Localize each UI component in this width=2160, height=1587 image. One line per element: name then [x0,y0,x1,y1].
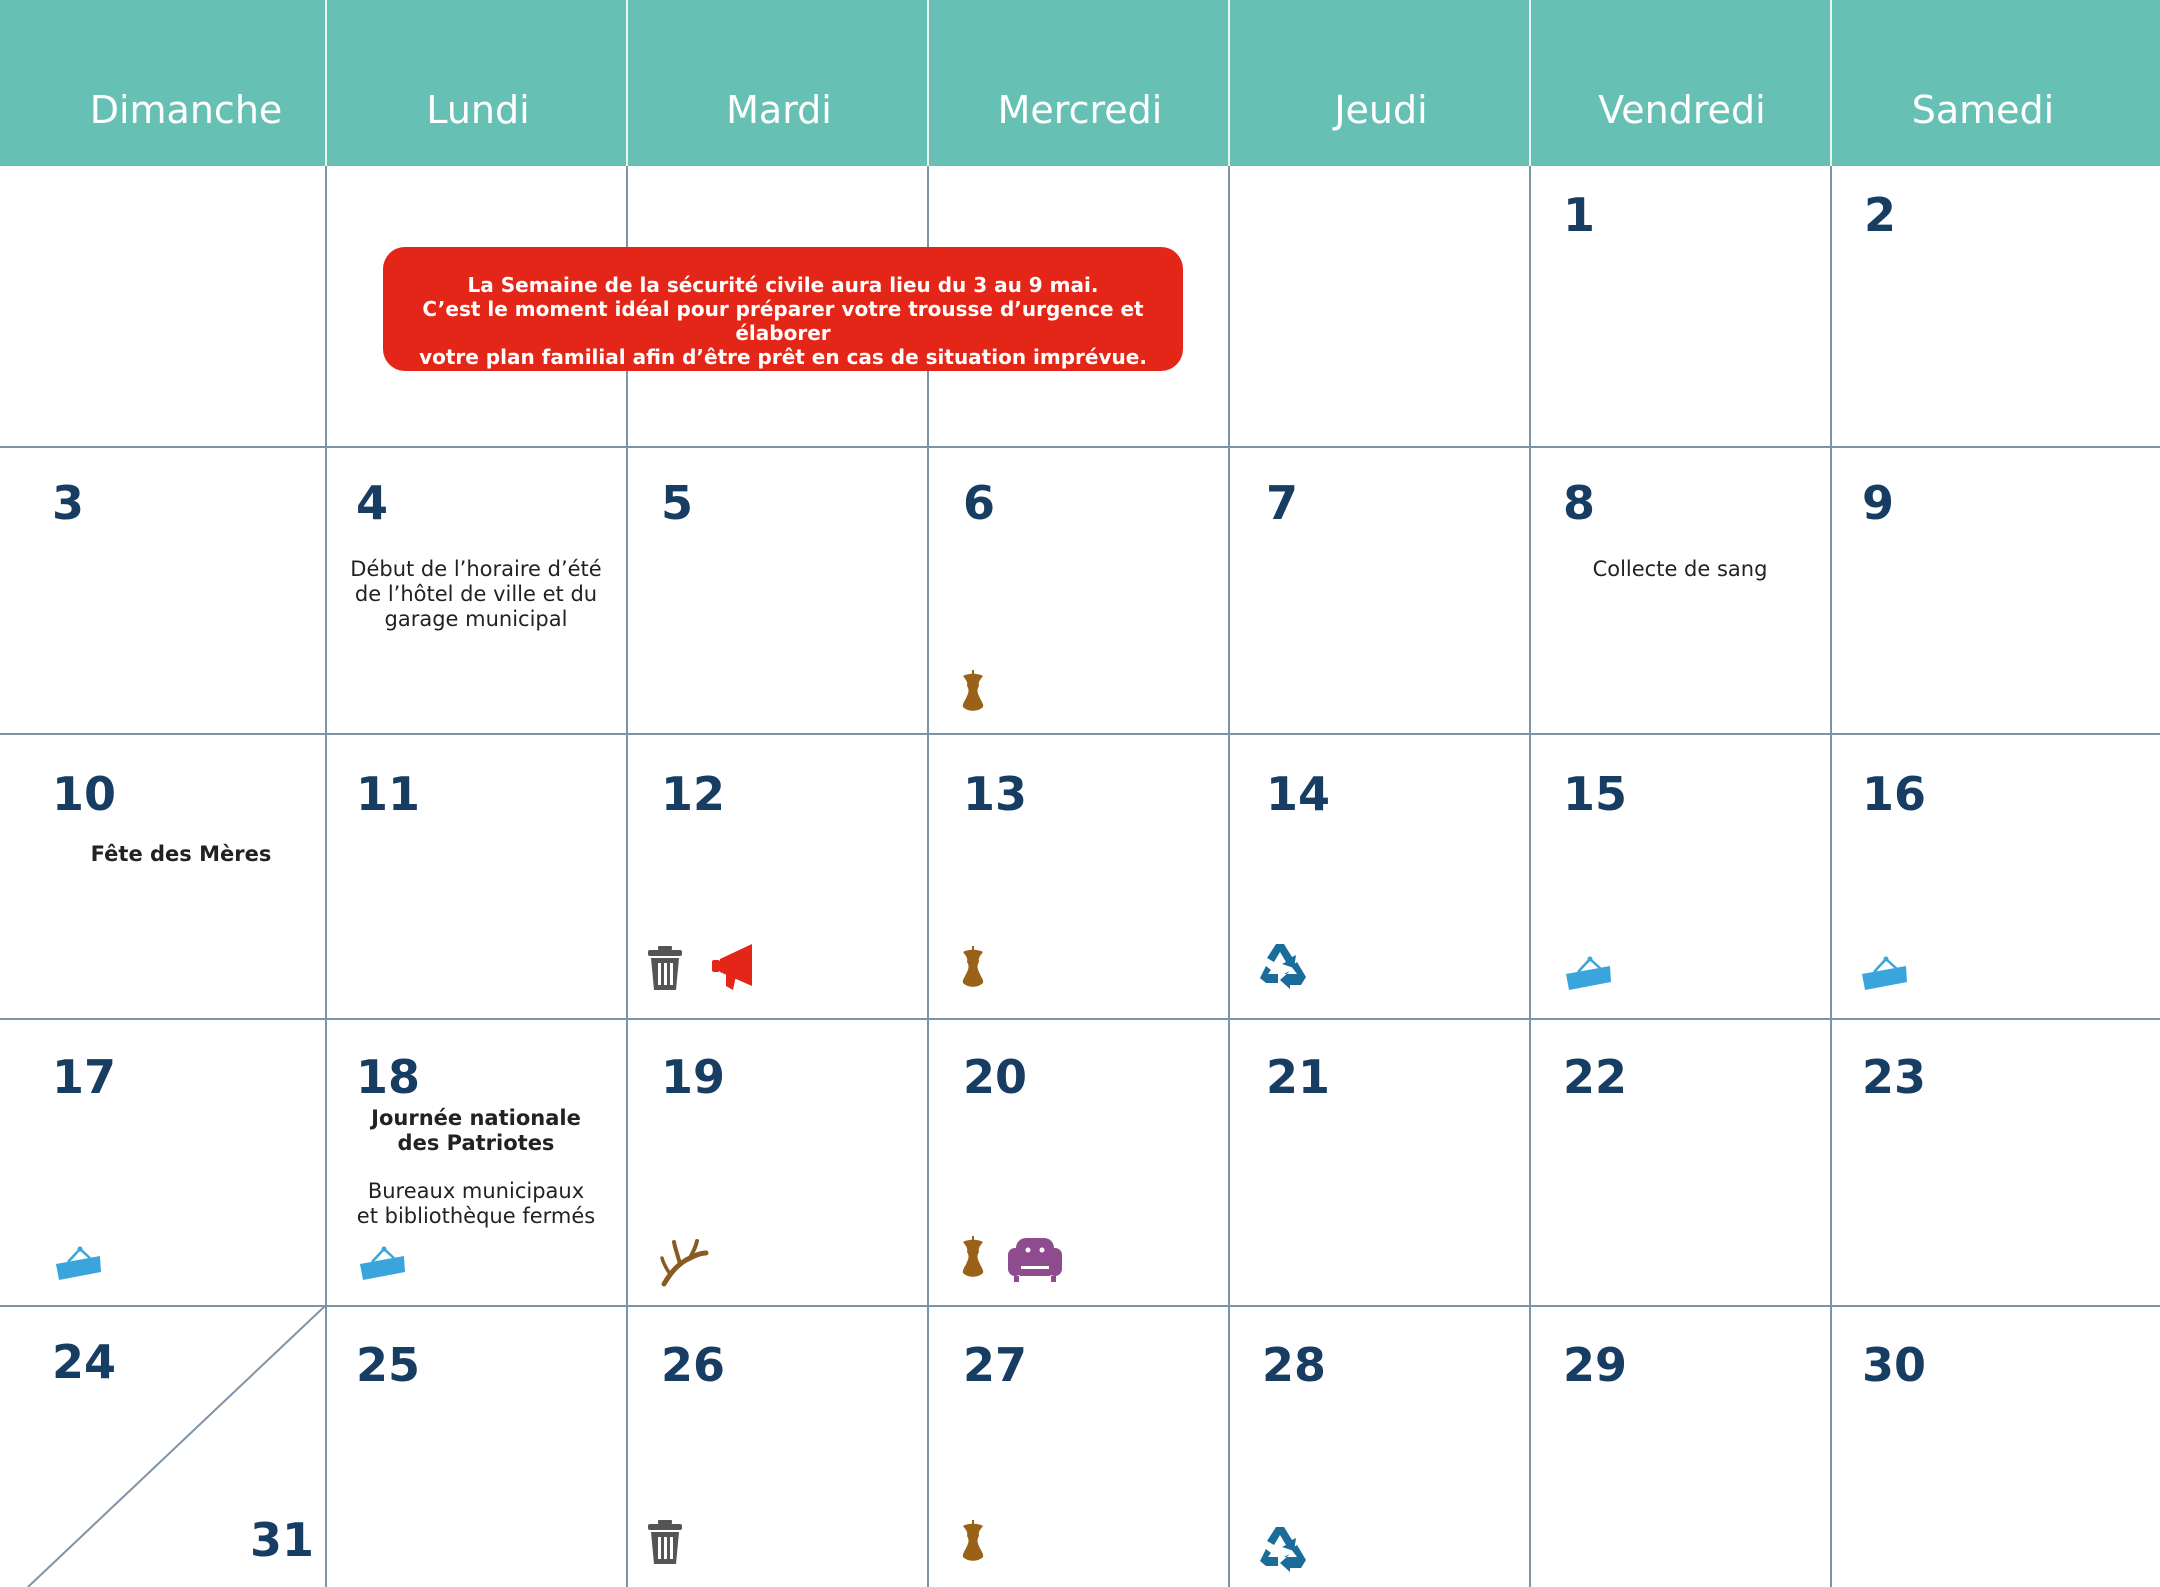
event-line: Journée nationale [371,1106,581,1130]
event-line: Début de l’horaire d’été [350,557,602,581]
weekday-thursday: Jeudi [1334,88,1428,132]
day-number: 29 [1563,1338,1628,1392]
day-number: 28 [1262,1338,1327,1392]
grid-line [1830,166,1832,1587]
header-divider [325,0,327,166]
header-divider [1228,0,1230,166]
weekday-saturday: Samedi [1911,88,2055,132]
day-number: 11 [356,767,421,821]
day-number: 18 [356,1050,421,1104]
day-number: 26 [661,1338,726,1392]
hanging-sign-icon [360,1246,406,1282]
weekday-sunday: Dimanche [89,88,283,132]
day-number: 31 [250,1513,315,1567]
day-number: 6 [963,476,996,530]
day-number: 12 [661,767,726,821]
event-line: de l’hôtel de ville et du [354,582,598,606]
event-line: et bibliothèque fermés [356,1204,596,1228]
hanging-sign-icon [1862,956,1908,992]
header-divider [626,0,628,166]
event-offices-closed: Bureaux municipaux et bibliothèque fermé… [327,1179,625,1229]
day-number: 21 [1266,1050,1331,1104]
grid-line [626,166,628,1587]
day-number: 10 [52,767,117,821]
apple-core-icon [962,670,984,711]
header-divider [1529,0,1531,166]
day-number: 1 [1563,188,1596,242]
event-blood-drive: Collecte de sang [1592,557,1768,581]
header-divider [1830,0,1832,166]
grid-line [0,733,2160,735]
day-number: 13 [963,767,1028,821]
day-number: 8 [1563,476,1596,530]
grid-line [1228,166,1230,1587]
day-number: 2 [1864,188,1897,242]
trash-can-icon [648,1520,682,1564]
hanging-sign-icon [56,1246,102,1282]
weekday-friday: Vendredi [1598,88,1766,132]
day-number: 17 [52,1050,117,1104]
apple-core-icon [962,946,984,987]
recycling-icon [1260,1527,1306,1572]
header-divider [927,0,929,166]
apple-core-icon [962,1236,984,1277]
day-number: 15 [1563,767,1628,821]
event-patriots-day: Journée nationale des Patriotes [327,1106,625,1156]
day-number: 20 [963,1050,1028,1104]
trash-can-icon [648,946,682,990]
day-number: 5 [661,476,694,530]
grid-line [0,446,2160,448]
grid-line [927,166,929,1587]
event-line: garage municipal [384,607,568,631]
banner-line: La Semaine de la sécurité civile aura li… [467,273,1099,297]
banner-line: C’est le moment idéal pour préparer votr… [422,297,1144,345]
apple-core-icon [962,1520,984,1561]
day-number: 27 [963,1338,1028,1392]
day-number: 14 [1266,767,1331,821]
event-mothers-day: Fête des Mères [90,842,272,866]
day-number: 24 [52,1335,117,1389]
branch-icon [660,1238,710,1288]
event-line: Bureaux municipaux [367,1179,585,1203]
day-number: 9 [1862,476,1895,530]
day-number: 25 [356,1338,421,1392]
day-number: 4 [356,476,389,530]
megaphone-icon [712,944,752,990]
weekday-tuesday: Mardi [726,88,832,132]
day-number: 16 [1862,767,1927,821]
event-line: des Patriotes [397,1131,555,1155]
day-number: 19 [661,1050,726,1104]
armchair-icon [1008,1238,1062,1282]
hanging-sign-icon [1566,956,1612,992]
recycling-icon [1260,944,1306,989]
day-number: 30 [1862,1338,1927,1392]
weekday-monday: Lundi [426,88,530,132]
grid-line [0,1018,2160,1020]
day-number: 22 [1563,1050,1628,1104]
day-number: 23 [1862,1050,1927,1104]
safety-week-banner: La Semaine de la sécurité civile aura li… [383,247,1183,371]
weekday-wednesday: Mercredi [997,88,1163,132]
grid-line [1529,166,1531,1587]
event-summer-hours: Début de l’horaire d’été de l’hôtel de v… [327,557,625,632]
banner-line: votre plan familial afin d’être prêt en … [419,345,1147,369]
day-number: 3 [52,476,85,530]
day-number: 7 [1266,476,1299,530]
